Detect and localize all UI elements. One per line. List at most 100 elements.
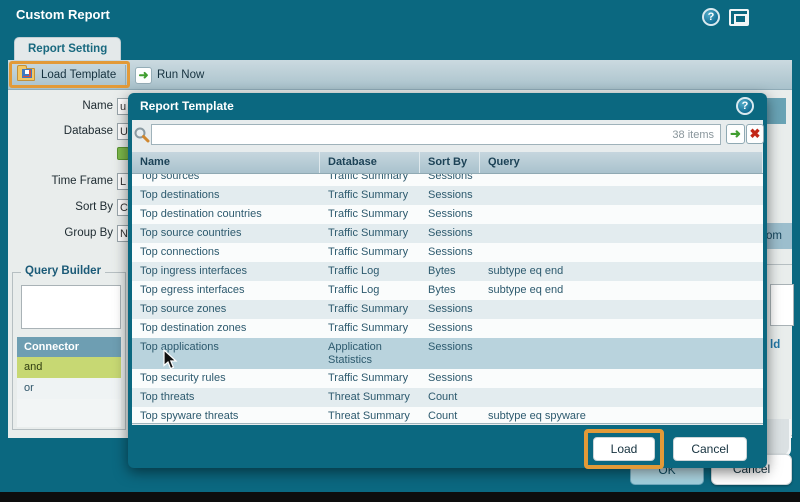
cell-database: Traffic Summary (320, 205, 420, 224)
cell-sort_by: Sessions (420, 338, 480, 369)
input-fragment[interactable] (770, 284, 794, 326)
search-icon (133, 126, 150, 143)
name-label: Name (13, 100, 113, 112)
cell-query (480, 388, 763, 407)
report-template-modal: Report Template ? ➜ ✖ NameDatabaseSort B… (128, 93, 767, 468)
table-row[interactable]: Top source countriesTraffic SummarySessi… (132, 224, 763, 243)
run-now-button[interactable]: ➜ Run Now (135, 64, 204, 86)
cell-database: Threat Summary (320, 407, 420, 424)
table-row[interactable]: Top applicationsApplication StatisticsSe… (132, 338, 763, 369)
modal-cancel-button[interactable]: Cancel (673, 437, 747, 461)
load-template-button[interactable]: Load Template (9, 61, 130, 88)
time-frame-label: Time Frame (13, 175, 113, 187)
add-link-fragment[interactable]: ld (770, 339, 780, 351)
table-row[interactable]: Top destinationsTraffic SummarySessions (132, 186, 763, 205)
cell-name: Top destinations (132, 186, 320, 205)
template-table-body: Top sourcesTraffic SummarySessionsTop de… (132, 174, 763, 424)
cell-query: subtype eq end (480, 281, 763, 300)
search-clear-icon[interactable]: ✖ (746, 124, 764, 144)
table-row[interactable]: Top destination countriesTraffic Summary… (132, 205, 763, 224)
load-template-label: Load Template (41, 69, 116, 81)
cell-name: Top threats (132, 388, 320, 407)
tab-report-setting[interactable]: Report Setting (14, 37, 121, 61)
cell-query: subtype eq spyware (480, 407, 763, 424)
template-table: NameDatabaseSort ByQuery Top sourcesTraf… (132, 152, 763, 424)
cell-name: Top destination zones (132, 319, 320, 338)
cell-sort_by: Count (420, 388, 480, 407)
cell-database: Traffic Summary (320, 319, 420, 338)
cell-query (480, 338, 763, 369)
cell-sort_by: Sessions (420, 243, 480, 262)
cell-sort_by: Count (420, 407, 480, 424)
cell-name: Top source countries (132, 224, 320, 243)
cell-sort_by: Sessions (420, 224, 480, 243)
table-row[interactable]: Top sourcesTraffic SummarySessions (132, 174, 763, 186)
cell-sort_by: Sessions (420, 369, 480, 388)
column-header-name[interactable]: Name (132, 152, 320, 173)
cell-query (480, 300, 763, 319)
cell-database: Traffic Summary (320, 300, 420, 319)
cell-database: Threat Summary (320, 388, 420, 407)
cell-query: subtype eq end (480, 262, 763, 281)
table-row[interactable]: Top security rulesTraffic SummarySession… (132, 369, 763, 388)
folder-icon (17, 68, 35, 81)
column-header-database[interactable]: Database (320, 152, 420, 173)
cell-query (480, 174, 763, 186)
cell-query (480, 319, 763, 338)
table-row[interactable]: Top destination zonesTraffic SummarySess… (132, 319, 763, 338)
table-row[interactable]: Top connectionsTraffic SummarySessions (132, 243, 763, 262)
cell-query (480, 243, 763, 262)
cell-sort_by: Sessions (420, 300, 480, 319)
run-now-label: Run Now (157, 69, 204, 81)
query-builder-fieldset: Query Builder Connector and or (12, 272, 126, 430)
query-builder-input[interactable] (21, 285, 121, 329)
column-header-sort_by[interactable]: Sort By (420, 152, 480, 173)
connector-and-item[interactable]: and (17, 357, 121, 378)
load-button[interactable]: Load (593, 437, 655, 461)
cell-sort_by: Sessions (420, 186, 480, 205)
cell-query (480, 205, 763, 224)
database-label: Database (13, 125, 113, 137)
cell-sort_by: Sessions (420, 174, 480, 186)
modal-title: Report Template (140, 99, 234, 113)
table-row[interactable]: Top spyware threatsThreat SummaryCountsu… (132, 407, 763, 424)
cell-database: Traffic Summary (320, 243, 420, 262)
cell-name: Top spyware threats (132, 407, 320, 424)
window-restore-icon[interactable] (729, 9, 749, 26)
cell-query (480, 186, 763, 205)
cell-sort_by: Sessions (420, 319, 480, 338)
cell-name: Top sources (132, 174, 320, 186)
cell-query (480, 369, 763, 388)
cell-name: Top source zones (132, 300, 320, 319)
bottom-bar (0, 492, 800, 502)
cell-database: Traffic Summary (320, 224, 420, 243)
dialog-title: Custom Report (16, 7, 110, 22)
cell-name: Top applications (132, 338, 320, 369)
cell-name: Top ingress interfaces (132, 262, 320, 281)
modal-body: ➜ ✖ NameDatabaseSort ByQuery Top sources… (132, 120, 763, 425)
cell-sort_by: Bytes (420, 262, 480, 281)
screen: Custom Report ? Report Setting Load Temp… (0, 0, 800, 502)
table-row[interactable]: Top threatsThreat SummaryCount (132, 388, 763, 407)
sort-by-label: Sort By (13, 201, 113, 213)
connector-header: Connector (17, 337, 121, 357)
table-row[interactable]: Top egress interfacesTraffic LogBytessub… (132, 281, 763, 300)
cell-name: Top destination countries (132, 205, 320, 224)
table-row[interactable]: Top ingress interfacesTraffic LogBytessu… (132, 262, 763, 281)
cell-database: Traffic Summary (320, 186, 420, 205)
search-input[interactable] (151, 124, 721, 145)
column-header-query[interactable]: Query (480, 152, 763, 173)
table-header: NameDatabaseSort ByQuery (132, 152, 763, 174)
cell-sort_by: Bytes (420, 281, 480, 300)
help-icon[interactable]: ? (702, 8, 720, 26)
connector-list-rest (17, 399, 121, 427)
cell-database: Traffic Summary (320, 369, 420, 388)
connector-or-item[interactable]: or (17, 378, 121, 399)
search-go-icon[interactable]: ➜ (726, 124, 745, 144)
cell-database: Traffic Log (320, 281, 420, 300)
group-by-label: Group By (13, 227, 113, 239)
table-row[interactable]: Top source zonesTraffic SummarySessions (132, 300, 763, 319)
panel-fragment-top (764, 98, 786, 124)
mouse-cursor (163, 349, 178, 370)
modal-help-icon[interactable]: ? (736, 97, 754, 115)
